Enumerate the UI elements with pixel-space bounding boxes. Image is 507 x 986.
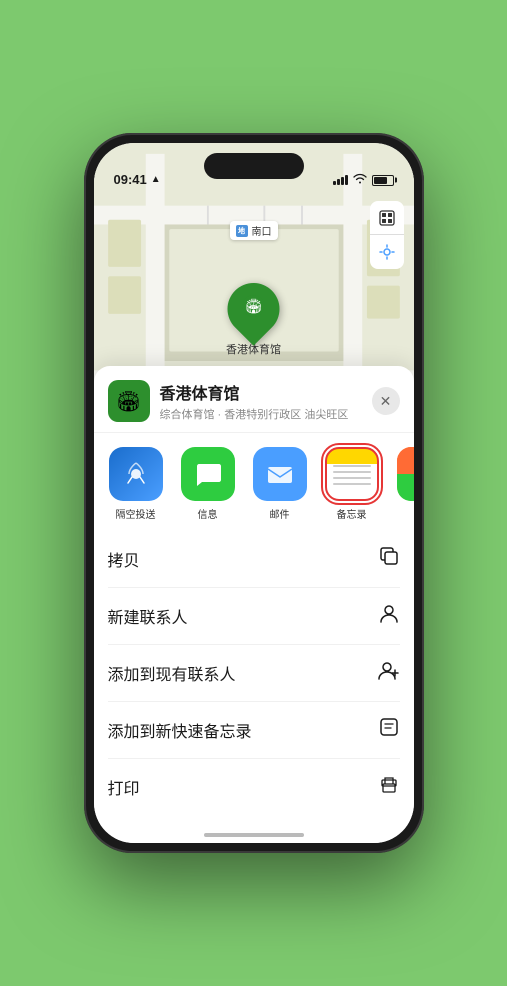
home-bar	[204, 833, 304, 837]
action-add-contact[interactable]: 添加到现有联系人	[108, 645, 400, 702]
person-add-icon	[378, 659, 400, 687]
marker-pin: 🏟	[217, 272, 291, 346]
phone-screen: 09:41 ▲	[94, 143, 414, 843]
action-new-contact[interactable]: 新建联系人	[108, 588, 400, 645]
bottom-sheet: 🏟 香港体育馆 综合体育馆 · 香港特别行政区 油尖旺区 ✕	[94, 366, 414, 843]
copy-icon	[378, 545, 400, 573]
printer-icon	[378, 773, 400, 801]
battery-icon	[372, 175, 394, 186]
action-print-label: 打印	[108, 775, 140, 799]
status-icons	[333, 173, 394, 187]
share-messages[interactable]: 信息	[176, 447, 240, 521]
venue-info: 香港体育馆 综合体育馆 · 香港特别行政区 油尖旺区	[160, 380, 372, 422]
action-add-contact-label: 添加到现有联系人	[108, 661, 236, 685]
share-airdrop[interactable]: 隔空投送	[104, 447, 168, 521]
close-button[interactable]: ✕	[372, 387, 400, 415]
venue-icon: 🏟	[108, 380, 150, 422]
airdrop-icon	[109, 447, 163, 501]
map-label: 地 南口	[230, 221, 278, 240]
mail-icon	[253, 447, 307, 501]
map-controls	[370, 201, 404, 269]
share-mail[interactable]: 邮件	[248, 447, 312, 521]
messages-icon	[181, 447, 235, 501]
action-new-contact-label: 新建联系人	[108, 604, 188, 628]
phone-frame: 09:41 ▲	[84, 133, 424, 853]
action-copy[interactable]: 拷贝	[108, 531, 400, 588]
location-button[interactable]	[370, 235, 404, 269]
map-label-text: 南口	[252, 223, 272, 238]
action-copy-label: 拷贝	[108, 547, 140, 571]
action-print[interactable]: 打印	[108, 759, 400, 815]
dynamic-island	[204, 153, 304, 179]
svg-text:🏟: 🏟	[245, 298, 263, 314]
action-add-note[interactable]: 添加到新快速备忘录	[108, 702, 400, 759]
location-icon: ▲	[151, 174, 161, 185]
signal-icon	[333, 175, 348, 185]
map-label-dot: 地	[236, 225, 248, 237]
venue-subtitle: 综合体育馆 · 香港特别行政区 油尖旺区	[160, 406, 372, 422]
share-row: 隔空投送 信息	[94, 433, 414, 531]
note-icon	[378, 716, 400, 744]
status-time: 09:41 ▲	[114, 172, 161, 187]
home-indicator	[94, 815, 414, 843]
action-add-note-label: 添加到新快速备忘录	[108, 718, 252, 742]
airdrop-label: 隔空投送	[116, 506, 156, 521]
mail-label: 邮件	[270, 506, 290, 521]
notes-icon	[325, 447, 379, 501]
wifi-icon	[353, 173, 367, 187]
share-more[interactable]: 推	[392, 447, 414, 521]
map-layers-button[interactable]	[370, 201, 404, 235]
action-list: 拷贝 新建联系人	[94, 531, 414, 815]
marker-inner: 🏟	[240, 292, 268, 326]
time-display: 09:41	[114, 172, 147, 187]
messages-label: 信息	[198, 506, 218, 521]
share-notes[interactable]: 备忘录	[320, 447, 384, 521]
venue-name: 香港体育馆	[160, 380, 372, 404]
location-marker: 🏟 香港体育馆	[226, 283, 281, 357]
person-icon	[378, 602, 400, 630]
notes-label: 备忘录	[337, 506, 367, 521]
more-icon	[397, 447, 414, 501]
venue-header: 🏟 香港体育馆 综合体育馆 · 香港特别行政区 油尖旺区 ✕	[94, 366, 414, 433]
